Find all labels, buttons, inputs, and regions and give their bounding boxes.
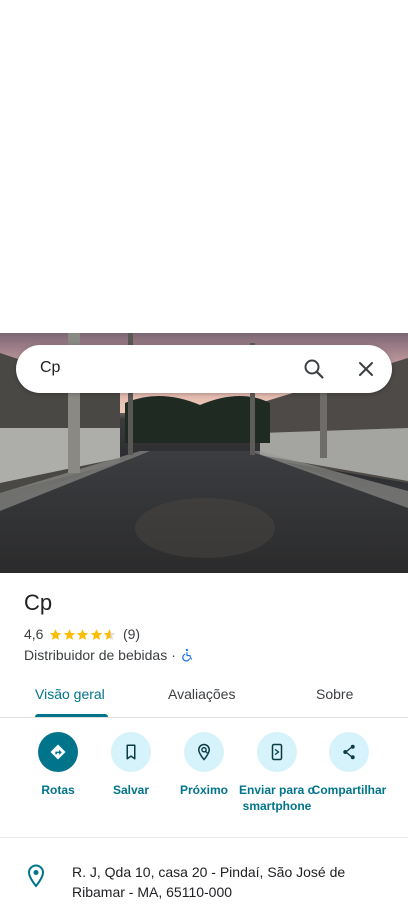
star-icon bbox=[50, 628, 62, 640]
share-label: Compartilhar bbox=[311, 783, 387, 797]
send-to-phone-icon bbox=[271, 743, 283, 761]
address-text: R. J, Qda 10, casa 20 - Pindaí, São José… bbox=[72, 864, 346, 900]
share-button-circle[interactable] bbox=[329, 732, 369, 772]
place-title: Cp bbox=[24, 590, 53, 615]
save-button-circle[interactable] bbox=[111, 732, 151, 772]
half-star-icon bbox=[104, 628, 116, 640]
directions-button[interactable]: Rotas bbox=[18, 732, 98, 798]
star-icon bbox=[63, 628, 76, 640]
nearby-label: Próximo bbox=[179, 783, 228, 797]
save-button[interactable]: Salvar bbox=[91, 732, 171, 798]
nearby-button[interactable]: Próximo bbox=[164, 732, 244, 798]
rating-value: 4,6 bbox=[24, 626, 44, 642]
send-to-phone-label: Enviar para o smartphone bbox=[238, 783, 316, 813]
tab-reviews[interactable]: Avaliações bbox=[168, 686, 235, 702]
close-icon[interactable] bbox=[354, 357, 378, 381]
tab-about[interactable]: Sobre bbox=[316, 686, 353, 702]
category-row: Distribuidor de bebidas · bbox=[24, 646, 194, 664]
tab-overview[interactable]: Visão geral bbox=[35, 686, 105, 702]
map-blank-area bbox=[0, 0, 408, 333]
address-row[interactable]: R. J, Qda 10, casa 20 - Pindaí, São José… bbox=[0, 856, 408, 906]
nearby-button-circle[interactable] bbox=[184, 732, 224, 772]
send-to-phone-button[interactable]: Enviar para o smartphone bbox=[237, 732, 317, 814]
review-count[interactable]: (9) bbox=[123, 626, 140, 642]
star-icon bbox=[77, 628, 89, 640]
location-pin-icon bbox=[27, 864, 45, 888]
directions-label: Rotas bbox=[41, 783, 75, 797]
active-tab-indicator bbox=[35, 714, 108, 717]
star-icon bbox=[90, 628, 103, 640]
send-to-phone-button-circle[interactable] bbox=[257, 732, 297, 772]
action-buttons-row: Rotas Salvar Próximo Enviar para o smart… bbox=[0, 718, 408, 838]
search-bar[interactable]: Cp bbox=[16, 345, 392, 393]
rating-row[interactable]: 4,6 (9) bbox=[24, 625, 140, 643]
directions-button-circle[interactable] bbox=[38, 732, 78, 772]
search-icon[interactable] bbox=[302, 357, 326, 381]
share-button[interactable]: Compartilhar bbox=[309, 732, 389, 798]
place-category: Distribuidor de bebidas bbox=[24, 647, 168, 663]
save-label: Salvar bbox=[112, 783, 150, 797]
share-icon bbox=[343, 744, 355, 760]
tab-bar: Visão geral Avaliações Sobre bbox=[0, 672, 408, 718]
directions-icon bbox=[50, 744, 66, 760]
search-input[interactable]: Cp bbox=[40, 359, 60, 377]
separator-dot: · bbox=[171, 647, 176, 663]
wheelchair-accessible-icon bbox=[182, 648, 192, 662]
nearby-icon bbox=[197, 743, 211, 761]
bookmark-icon bbox=[126, 744, 136, 760]
star-rating bbox=[49, 628, 117, 641]
